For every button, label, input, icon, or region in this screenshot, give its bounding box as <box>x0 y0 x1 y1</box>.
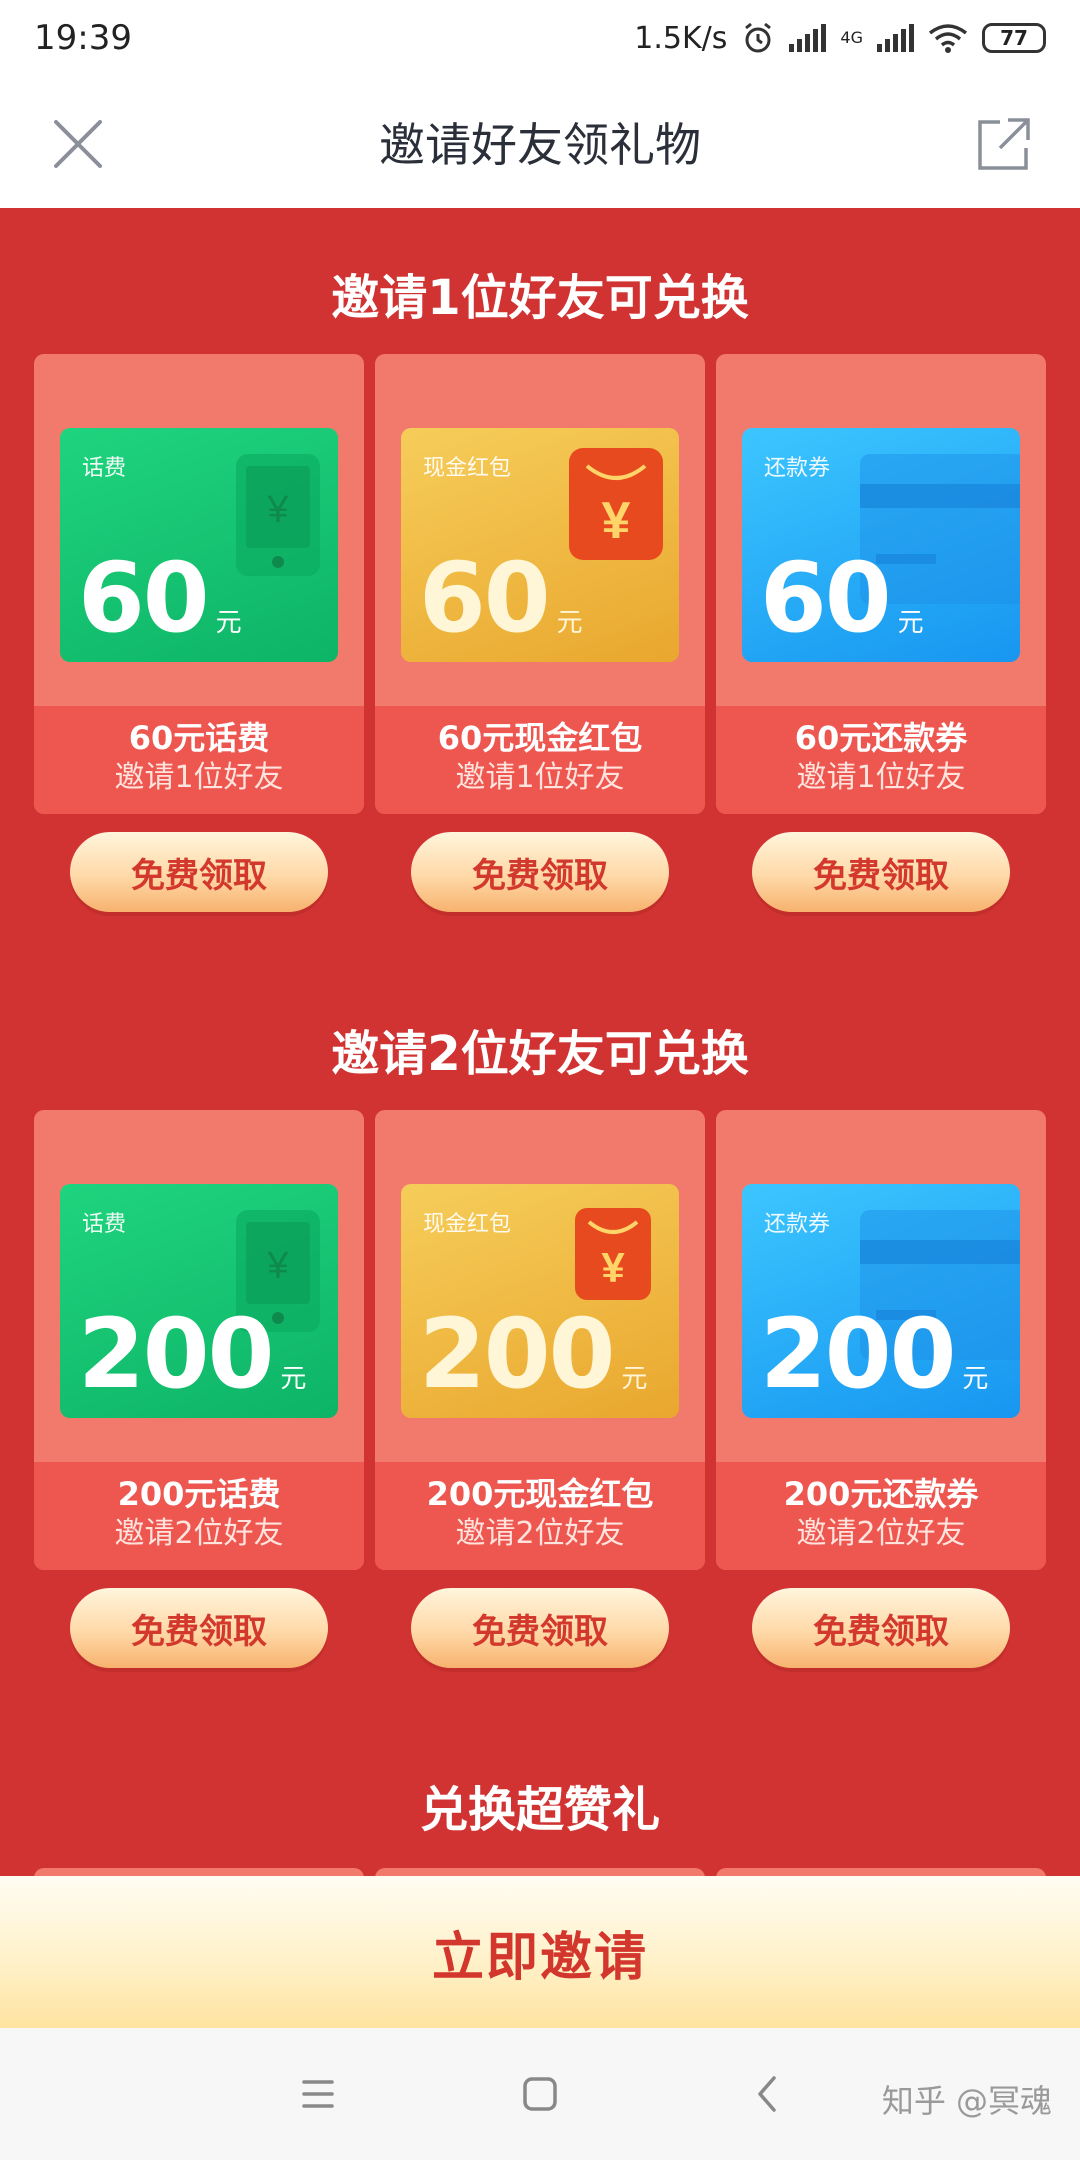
reward-card[interactable]: 还款券 60 元 60元还款券 邀请1位好友 <box>716 354 1046 814</box>
menu-icon[interactable] <box>296 2072 340 2116</box>
card-amount: 200 元 <box>760 1298 989 1410</box>
card-art: ¥ 现金红包 60 元 <box>401 428 679 662</box>
section-title-3: 兑换超赞礼 <box>419 1782 660 1838</box>
alarm-icon <box>745 22 772 53</box>
card-info: 200元现金红包 邀请2位好友 <box>375 1462 705 1570</box>
svg-text:¥: ¥ <box>602 492 631 550</box>
page-title: 邀请好友领礼物 <box>379 118 701 172</box>
wifi-icon <box>928 24 968 53</box>
card-amount: 200 元 <box>78 1298 307 1410</box>
card-info: 200元话费 邀请2位好友 <box>34 1462 364 1570</box>
main-content: 邀请1位好友可兑换 ¥ 话费 60 元 60元话费 邀请1位好友 免费领取 ¥ 现… <box>0 208 1080 1876</box>
card-amount: 60 元 <box>419 542 583 654</box>
back-icon[interactable] <box>746 2072 790 2116</box>
claim-button[interactable]: 免费领取 <box>70 832 328 912</box>
battery-icon: 77 <box>982 23 1046 53</box>
share-icon[interactable] <box>974 114 1034 174</box>
signal-icon <box>789 24 827 52</box>
reward-card[interactable]: 还款券 200 元 200元还款券 邀请2位好友 <box>716 1110 1046 1570</box>
claim-button[interactable]: 免费领取 <box>70 1588 328 1668</box>
svg-text:¥: ¥ <box>266 1245 289 1287</box>
card-info: 60元还款券 邀请1位好友 <box>716 706 1046 814</box>
claim-button[interactable]: 免费领取 <box>752 1588 1010 1668</box>
card-subtitle: 邀请1位好友 <box>114 760 284 795</box>
invite-button[interactable]: 立即邀请 <box>0 1876 1080 2028</box>
card-amount: 200 元 <box>419 1298 648 1410</box>
status-icons: 1.5K/s 4G 77 <box>634 21 1046 56</box>
svg-text:¥: ¥ <box>266 489 289 531</box>
card-name: 200元现金红包 <box>426 1475 654 1513</box>
card-tag: 现金红包 <box>423 456 512 481</box>
card-amount: 60 元 <box>760 542 924 654</box>
reward-card[interactable]: ¥ 话费 60 元 60元话费 邀请1位好友 <box>34 354 364 814</box>
network-type: 4G <box>840 28 863 47</box>
claim-button[interactable]: 免费领取 <box>752 832 1010 912</box>
section-title-2: 邀请2位好友可兑换 <box>331 1026 749 1082</box>
status-time: 19:39 <box>34 18 132 58</box>
reward-card[interactable]: ¥ 话费 200 元 200元话费 邀请2位好友 <box>34 1110 364 1570</box>
claim-button[interactable]: 免费领取 <box>411 1588 669 1668</box>
reward-card[interactable]: ¥ 现金红包 60 元 60元现金红包 邀请1位好友 <box>375 354 705 814</box>
card-subtitle: 邀请1位好友 <box>455 760 625 795</box>
card-tag: 还款券 <box>764 456 831 481</box>
status-bar: 19:39 1.5K/s 4G 77 <box>0 0 1080 76</box>
red-envelope-icon: ¥ <box>575 1208 651 1300</box>
net-speed: 1.5K/s <box>634 20 728 56</box>
invite-label: 立即邀请 <box>431 1927 648 1988</box>
card-name: 60元现金红包 <box>437 719 643 757</box>
svg-text:¥: ¥ <box>601 1244 625 1291</box>
system-nav-bar: 知乎 @冥魂 <box>0 2028 1080 2160</box>
phone-icon: ¥ <box>236 454 320 576</box>
card-name: 200元话费 <box>117 1475 281 1513</box>
card-amount: 60 元 <box>78 542 242 654</box>
card-tag: 还款券 <box>764 1212 831 1237</box>
reward-card[interactable]: ¥ 现金红包 200 元 200元现金红包 邀请2位好友 <box>375 1110 705 1570</box>
card-subtitle: 邀请2位好友 <box>114 1516 284 1551</box>
card-subtitle: 邀请1位好友 <box>796 760 966 795</box>
reward-card-partial <box>34 1868 364 1876</box>
card-art: ¥ 话费 200 元 <box>60 1184 338 1418</box>
card-info: 60元现金红包 邀请1位好友 <box>375 706 705 814</box>
section-title-1: 邀请1位好友可兑换 <box>331 270 749 326</box>
signal-4g-icon <box>877 24 914 52</box>
card-subtitle: 邀请2位好友 <box>455 1516 625 1551</box>
red-envelope-icon: ¥ <box>569 448 663 560</box>
home-icon[interactable] <box>518 2072 562 2116</box>
close-icon[interactable] <box>50 116 106 172</box>
card-art: ¥ 现金红包 200 元 <box>401 1184 679 1418</box>
card-subtitle: 邀请2位好友 <box>796 1516 966 1551</box>
reward-card-partial <box>375 1868 705 1876</box>
card-name: 60元话费 <box>128 719 270 757</box>
card-art: 还款券 60 元 <box>742 428 1020 662</box>
card-name: 60元还款券 <box>794 719 968 757</box>
card-name: 200元还款券 <box>783 1475 979 1513</box>
header: 邀请好友领礼物 <box>0 76 1080 208</box>
card-art: 还款券 200 元 <box>742 1184 1020 1418</box>
card-info: 60元话费 邀请1位好友 <box>34 706 364 814</box>
card-art: ¥ 话费 60 元 <box>60 428 338 662</box>
claim-button[interactable]: 免费领取 <box>411 832 669 912</box>
card-tag: 话费 <box>82 456 127 481</box>
watermark: 知乎 @冥魂 <box>881 2082 1052 2120</box>
card-info: 200元还款券 邀请2位好友 <box>716 1462 1046 1570</box>
card-tag: 话费 <box>82 1212 127 1237</box>
reward-card-partial <box>716 1868 1046 1876</box>
card-tag: 现金红包 <box>423 1212 512 1237</box>
